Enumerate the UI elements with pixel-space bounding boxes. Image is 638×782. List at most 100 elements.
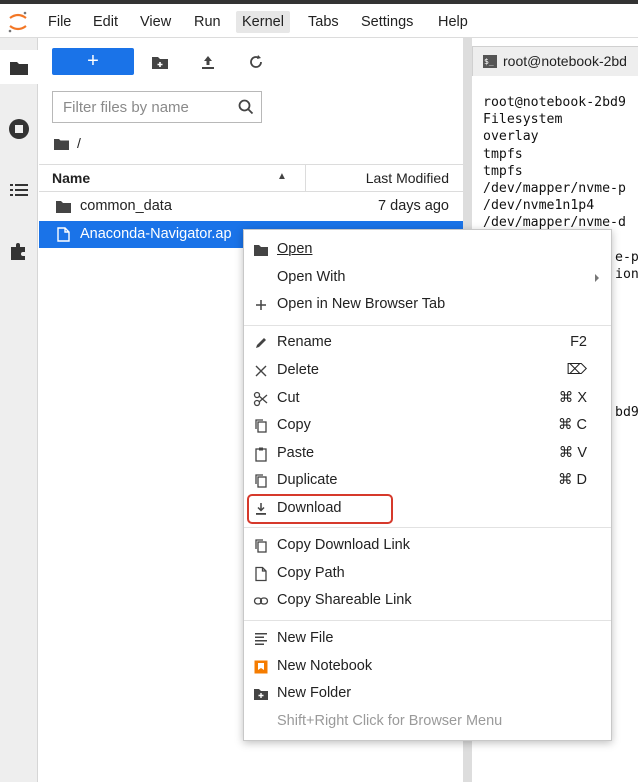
download-icon — [256, 503, 266, 515]
file-name: Anaconda-Navigator.ap — [80, 226, 232, 242]
menu-item-open-new-tab[interactable]: Open in New Browser Tab — [244, 291, 611, 318]
menu-run[interactable]: Run — [188, 11, 227, 33]
folder-icon — [56, 201, 71, 213]
terminal-line: tmpfs — [483, 146, 523, 162]
new-folder-icon[interactable] — [150, 52, 170, 72]
file-icon — [57, 227, 70, 242]
terminal-line: Filesystem — [483, 112, 563, 128]
close-icon — [255, 365, 267, 377]
terminal-icon: $_ — [483, 55, 497, 68]
menu-kernel[interactable]: Kernel — [236, 11, 290, 33]
menu-item-label: Copy Download Link — [277, 537, 410, 553]
refresh-icon[interactable] — [246, 52, 266, 72]
menu-item-label: Download — [277, 500, 342, 516]
terminal-line: /dev/nvme1n1p4 — [483, 198, 595, 214]
file-name: common_data — [80, 198, 172, 214]
menu-edit[interactable]: Edit — [87, 11, 124, 33]
menu-item-label: Paste — [277, 445, 315, 461]
column-divider — [305, 165, 306, 192]
menu-item-label: Duplicate — [277, 472, 338, 488]
toc-icon[interactable] — [6, 177, 32, 203]
folder-icon — [254, 245, 268, 256]
terminal-line: tmpfs — [483, 163, 523, 179]
breadcrumb-root[interactable]: / — [77, 135, 81, 151]
menu-item-label: Rename — [277, 334, 332, 350]
plus-icon — [256, 300, 266, 310]
running-icon[interactable] — [6, 116, 32, 142]
menu-item-label: New Notebook — [277, 658, 373, 674]
copy-icon — [255, 474, 267, 488]
menu-separator — [244, 325, 611, 326]
extension-icon[interactable] — [6, 238, 32, 264]
upload-icon[interactable] — [198, 52, 218, 72]
menu-item-label: Copy Path — [277, 565, 345, 581]
menu-item-copy[interactable]: Copy ⌘ C — [244, 412, 611, 439]
menu-item-shortcut: ⌦ — [566, 362, 587, 378]
search-icon — [238, 99, 254, 115]
menu-item-copy-path[interactable]: Copy Path — [244, 560, 611, 587]
column-header-modified[interactable]: Last Modified — [366, 170, 449, 186]
link-icon — [253, 597, 269, 605]
menu-item-shortcut: ⌘ X — [558, 390, 587, 406]
terminal-tab-label: root@notebook-2bd — [503, 53, 627, 69]
new-folder-icon — [254, 689, 268, 700]
pencil-icon — [256, 338, 266, 348]
menu-item-paste[interactable]: Paste ⌘ V — [244, 440, 611, 467]
filter-files-input[interactable] — [53, 92, 223, 122]
menu-item-rename[interactable]: Rename F2 — [244, 329, 611, 356]
menu-item-open-with[interactable]: Open With — [244, 264, 611, 291]
menu-item-label: New File — [277, 630, 334, 646]
menu-item-duplicate[interactable]: Duplicate ⌘ D — [244, 467, 611, 494]
menu-settings[interactable]: Settings — [355, 11, 419, 33]
menu-item-new-file[interactable]: New File — [244, 625, 611, 652]
menu-item-label: Open — [277, 241, 313, 257]
copy-icon — [255, 419, 267, 433]
terminal-tab[interactable]: $_ root@notebook-2bd — [472, 46, 638, 76]
menu-item-shortcut: ⌘ V — [558, 445, 587, 461]
menu-item-cut[interactable]: Cut ⌘ X — [244, 385, 611, 412]
menu-item-shortcut: ⌘ C — [558, 417, 587, 433]
menu-file[interactable]: File — [42, 11, 77, 33]
notebook-icon — [254, 660, 268, 674]
scissors-icon — [253, 391, 268, 407]
folder-icon[interactable] — [6, 55, 32, 81]
menu-item-new-folder[interactable]: New Folder — [244, 680, 611, 707]
file-list-header: Name ▲ Last Modified — [39, 164, 463, 192]
menu-item-shortcut: ⌘ D — [558, 472, 587, 488]
menu-item-label: Delete — [277, 362, 319, 378]
menu-item-label: Open With — [277, 269, 346, 285]
copy-icon — [255, 539, 267, 553]
menu-item-new-notebook[interactable]: New Notebook — [244, 653, 611, 680]
text-file-icon — [255, 633, 267, 645]
terminal-line: /dev/mapper/nvme-p — [483, 181, 626, 197]
breadcrumb-folder-icon[interactable] — [53, 137, 70, 151]
menu-item-label: Copy — [277, 417, 311, 433]
column-header-name[interactable]: Name — [52, 170, 90, 186]
menu-item-label: Open in New Browser Tab — [277, 296, 446, 312]
new-launcher-button[interactable]: + — [52, 48, 134, 75]
menu-item-open[interactable]: Open — [244, 236, 611, 263]
menu-bar: File Edit View Run Kernel Tabs Settings … — [0, 4, 638, 38]
sort-ascending-icon[interactable]: ▲ — [277, 171, 287, 182]
menu-help[interactable]: Help — [432, 11, 474, 33]
left-sidebar — [0, 38, 38, 782]
menu-tabs[interactable]: Tabs — [302, 11, 345, 33]
menu-item-label: Cut — [277, 390, 300, 406]
context-menu: Open Open With Open in New Browser Tab R… — [243, 229, 612, 741]
terminal-line: overlay — [483, 129, 539, 145]
menu-item-label: Copy Shareable Link — [277, 592, 412, 608]
filter-files-input-box[interactable] — [52, 91, 262, 123]
menu-view[interactable]: View — [134, 11, 177, 33]
menu-item-copy-download-link[interactable]: Copy Download Link — [244, 532, 611, 559]
menu-separator — [244, 620, 611, 621]
file-modified: 7 days ago — [378, 198, 449, 214]
menu-item-label: Shift+Right Click for Browser Menu — [277, 713, 503, 729]
file-icon — [255, 566, 267, 582]
jupyter-logo-icon — [8, 11, 27, 33]
menu-item-copy-shareable-link[interactable]: Copy Shareable Link — [244, 587, 611, 614]
file-row-common-data[interactable]: common_data 7 days ago — [39, 193, 463, 220]
menu-item-delete[interactable]: Delete ⌦ — [244, 357, 611, 384]
menu-item-label: New Folder — [277, 685, 352, 701]
terminal-line: root@notebook-2bd9 — [483, 95, 626, 110]
menu-item-download[interactable]: Download — [244, 495, 611, 522]
